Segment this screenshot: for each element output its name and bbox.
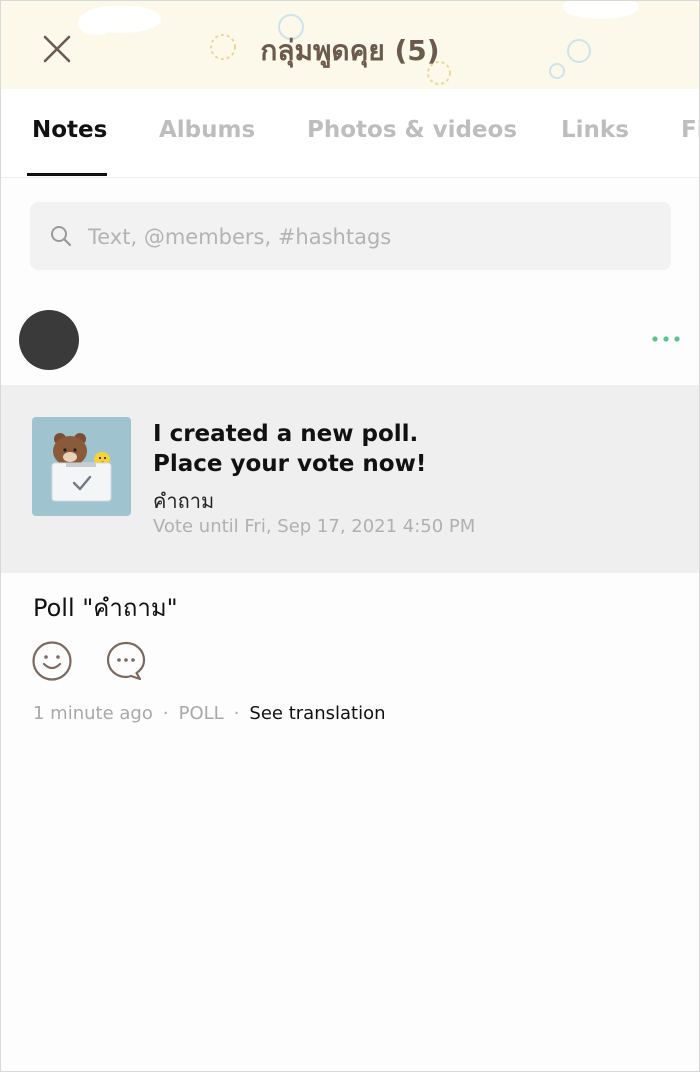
post-type: POLL bbox=[178, 703, 224, 724]
see-translation-link[interactable]: See translation bbox=[249, 703, 385, 724]
more-dots-icon bbox=[652, 336, 680, 342]
tab-links[interactable]: Links bbox=[561, 117, 629, 143]
more-options-button[interactable] bbox=[647, 327, 683, 351]
poll-heading-line1: I created a new poll. bbox=[153, 421, 419, 447]
header-bar: กลุ่มพูดคุย (5) bbox=[1, 1, 699, 89]
page-title: กลุ่มพูดคุย (5) bbox=[260, 34, 440, 67]
post-text: Poll "คำถาม" bbox=[33, 594, 178, 622]
poll-question: คำถาม bbox=[153, 489, 215, 513]
separator-dot: · bbox=[162, 703, 169, 724]
tab-bar: Notes Albums Photos & videos Links Fi bbox=[1, 89, 699, 178]
post-meta: 1 minute ago · POLL · See translation bbox=[33, 703, 386, 724]
avatar[interactable] bbox=[19, 310, 79, 370]
post-time: 1 minute ago bbox=[33, 703, 153, 724]
search-input[interactable] bbox=[86, 202, 650, 272]
poll-heading-line2: Place your vote now! bbox=[153, 451, 427, 477]
separator-dot: · bbox=[233, 703, 240, 724]
active-tab-indicator bbox=[27, 173, 107, 176]
tab-photos-videos[interactable]: Photos & videos bbox=[307, 117, 517, 143]
reaction-button[interactable] bbox=[31, 640, 73, 682]
tab-albums[interactable]: Albums bbox=[159, 117, 255, 143]
poll-ballot-box-illustration bbox=[32, 417, 131, 516]
tab-notes[interactable]: Notes bbox=[32, 117, 107, 143]
poll-thumbnail bbox=[32, 417, 131, 516]
tab-files[interactable]: Fi bbox=[681, 117, 699, 143]
poll-heading: I created a new poll. Place your vote no… bbox=[153, 419, 653, 479]
search-icon bbox=[51, 226, 72, 247]
smiley-icon bbox=[32, 641, 72, 681]
comment-icon bbox=[106, 641, 146, 681]
poll-card[interactable]: I created a new poll. Place your vote no… bbox=[1, 385, 699, 573]
poll-deadline: Vote until Fri, Sep 17, 2021 4:50 PM bbox=[153, 516, 476, 537]
search-bar[interactable] bbox=[30, 202, 671, 272]
comment-button[interactable] bbox=[105, 640, 147, 682]
